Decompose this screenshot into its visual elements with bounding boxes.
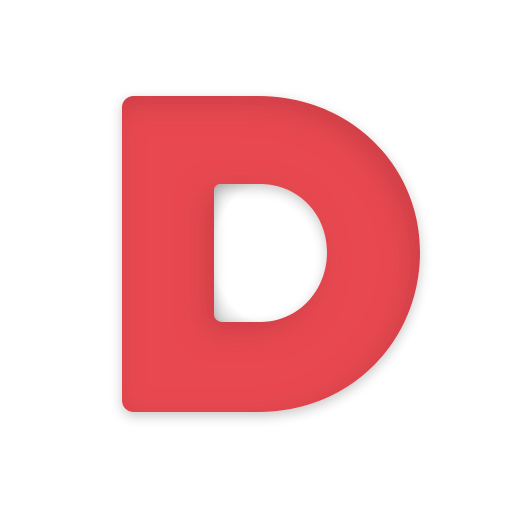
app-icon-canvas (0, 0, 512, 512)
letter-d-logo-icon (122, 96, 420, 412)
